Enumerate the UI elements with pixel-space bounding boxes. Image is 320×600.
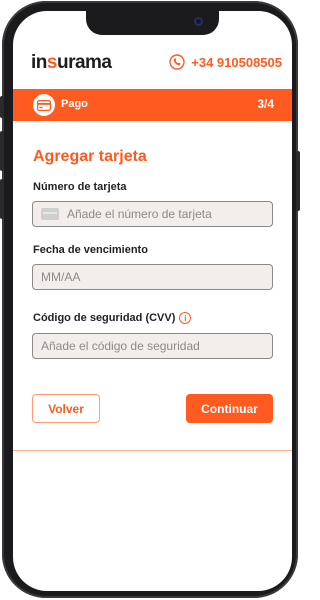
continue-button[interactable]: Continuar (186, 394, 273, 423)
back-button[interactable]: Volver (32, 394, 100, 423)
divider (13, 450, 292, 451)
card-placeholder-icon (41, 208, 59, 220)
cvv-label-text: Código de seguridad (CVV) (33, 312, 176, 324)
card-number-placeholder: Añade el número de tarjeta (67, 207, 212, 221)
screen: insurama +34 910508505 Pago 3/4 Agregar (13, 11, 292, 591)
expiry-label: Fecha de vencimiento (33, 244, 148, 256)
step-bar: Pago 3/4 (13, 89, 292, 121)
notch (86, 11, 219, 35)
camera-icon (194, 17, 203, 26)
power-button (296, 151, 300, 211)
insurama-logo[interactable]: insurama (31, 52, 112, 74)
page-title: Agregar tarjeta (33, 148, 147, 165)
credit-card-icon (33, 94, 55, 116)
mute-switch (0, 96, 4, 118)
volume-up-button (0, 131, 4, 171)
top-bar: insurama +34 910508505 (13, 39, 292, 85)
phone-contact-link[interactable]: +34 910508505 (169, 54, 282, 70)
cvv-placeholder: Añade el código de seguridad (41, 339, 200, 353)
phone-frame: insurama +34 910508505 Pago 3/4 Agregar (0, 1, 300, 598)
phone-number[interactable]: +34 910508505 (191, 55, 282, 70)
card-number-label: Número de tarjeta (33, 181, 127, 193)
card-number-input[interactable]: Añade el número de tarjeta (32, 201, 273, 227)
cvv-input[interactable]: Añade el código de seguridad (32, 333, 273, 359)
expiry-placeholder: MM/AA (41, 270, 81, 284)
cvv-label: Código de seguridad (CVV) i (33, 312, 192, 325)
step-counter: 3/4 (257, 97, 274, 111)
volume-down-button (0, 179, 4, 219)
phone-icon (169, 54, 185, 70)
info-icon[interactable]: i (179, 312, 192, 325)
expiry-input[interactable]: MM/AA (32, 264, 273, 290)
step-label: Pago (61, 98, 88, 110)
